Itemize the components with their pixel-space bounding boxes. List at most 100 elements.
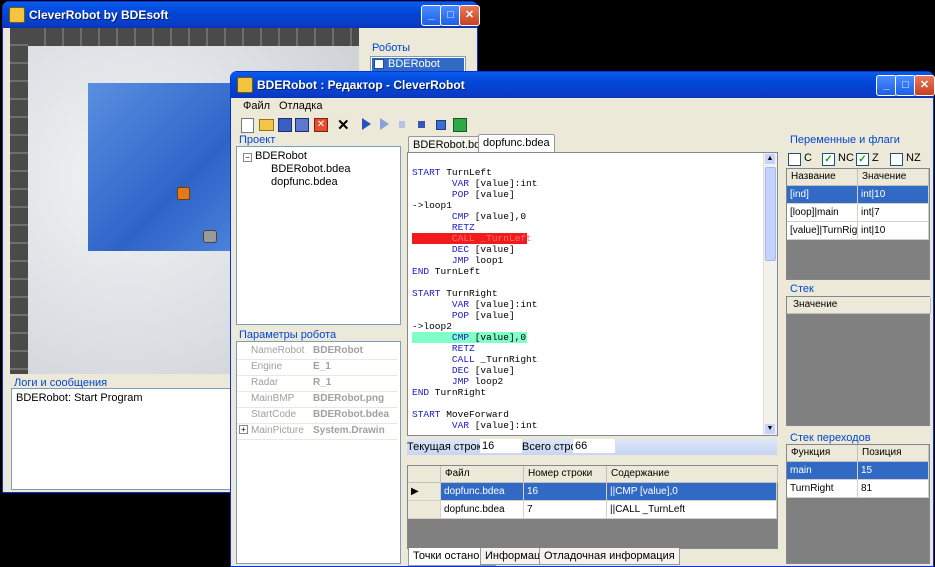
scroll-down-icon[interactable]: ▼ (765, 424, 775, 434)
code-line[interactable]: START TurnRight (412, 288, 498, 299)
code-line[interactable]: END TurnRight (412, 387, 486, 398)
stack-grid[interactable]: Значение (786, 296, 931, 426)
var-value-cell[interactable]: int|10 (858, 186, 929, 204)
tab-dopfunc[interactable]: dopfunc.bdea (478, 134, 555, 152)
save-icon[interactable] (278, 118, 292, 132)
robot-checkbox[interactable] (374, 59, 384, 69)
minimize-icon[interactable]: _ (421, 5, 442, 26)
close-file-icon[interactable]: ✕ (314, 118, 328, 132)
code-line[interactable]: START MoveForward (412, 409, 509, 420)
code-line[interactable]: CMP [value],0 (412, 211, 526, 222)
code-line[interactable]: START TurnLeft (412, 167, 492, 178)
menu-file[interactable]: Файл (243, 100, 270, 112)
tree-collapse-icon[interactable]: − (243, 153, 252, 162)
jump-func-cell[interactable]: main (787, 462, 858, 480)
flag-checkbox-nz[interactable] (890, 153, 903, 166)
param-value[interactable]: System.Drawin (313, 425, 385, 436)
menu-debug[interactable]: Отладка (279, 100, 322, 112)
code-line[interactable]: POP [value] (412, 310, 515, 321)
code-scroll-thumb[interactable] (765, 167, 776, 261)
bp-cell-line[interactable]: 16 (524, 483, 607, 501)
code-line[interactable]: JMP loop2 (412, 376, 503, 387)
var-value-cell[interactable]: int|10 (858, 222, 929, 240)
save-all-icon[interactable] (295, 118, 309, 132)
flag-checkbox-c[interactable] (788, 153, 801, 166)
maximize-icon[interactable]: □ (440, 5, 461, 26)
pause-icon[interactable] (399, 121, 405, 128)
breakpoints-grid[interactable]: Файл Номер строки Содержание ▶ dopfunc.bd… (407, 465, 778, 549)
code-scrollbar[interactable]: ▲ ▼ (763, 153, 777, 435)
main-window-titlebar[interactable]: CleverRobot by BDEsoft _ □ ✕ (3, 2, 480, 28)
vars-header-name[interactable]: Название (787, 169, 858, 186)
tree-root[interactable]: BDERobot (255, 150, 307, 162)
new-file-icon[interactable] (241, 118, 254, 133)
stack-header-value[interactable]: Значение (787, 297, 931, 314)
code-line[interactable]: VAR [value]:int (412, 420, 538, 431)
close-icon[interactable]: ✕ (459, 5, 480, 26)
code-line[interactable]: ->loop2 (412, 321, 452, 332)
editor-minimize-icon[interactable]: _ (876, 75, 897, 96)
editor-close-icon[interactable]: ✕ (914, 75, 935, 96)
grid-icon[interactable] (453, 118, 467, 132)
bp-cell-line[interactable]: 7 (524, 501, 607, 519)
code-line[interactable]: JMP loop1 (412, 255, 503, 266)
delete-icon[interactable]: ✕ (337, 116, 350, 134)
flag-checkbox-nc[interactable]: ✓ (822, 153, 835, 166)
step-icon[interactable] (362, 118, 371, 130)
tree-file-1[interactable]: BDERobot.bdea (271, 163, 351, 175)
project-tree[interactable]: − BDERobot BDERobot.bdea dopfunc.bdea (236, 146, 401, 325)
flag-checkbox-z[interactable]: ✓ (856, 153, 869, 166)
jump-header-pos[interactable]: Позиция (858, 445, 929, 462)
robot-sprite[interactable] (177, 187, 190, 200)
jump-func-cell[interactable]: TurnRight (787, 480, 858, 498)
code-line[interactable]: END TurnLeft (412, 266, 480, 277)
var-name-cell[interactable]: [ind] (787, 186, 858, 204)
jump-header-func[interactable]: Функция (787, 445, 858, 462)
robot-params-grid[interactable]: NameRobot BDERobot Engine E_1 Radar R_1 MainBM… (236, 341, 401, 564)
scroll-up-icon[interactable]: ▲ (765, 154, 775, 164)
code-line[interactable]: VAR [value]:int (412, 299, 538, 310)
code-line[interactable]: RETZ (412, 343, 475, 354)
step-over-icon[interactable] (436, 120, 446, 130)
var-name-cell[interactable]: [loop]|main (787, 204, 858, 222)
tab-debug-info[interactable]: Отладочная информация (539, 548, 680, 565)
code-line[interactable]: CALL _TurnRight (412, 354, 538, 365)
vars-grid[interactable]: Название Значение [ind] int|10 [loop]|main… (786, 168, 930, 280)
var-value-cell[interactable]: int|7 (858, 204, 929, 222)
bp-cell-content[interactable]: ||CMP [value],0 (607, 483, 777, 501)
stop-icon[interactable] (418, 121, 425, 128)
expand-icon[interactable]: + (239, 425, 248, 434)
bp-header-file[interactable]: Файл (441, 466, 524, 483)
var-name-cell[interactable]: [value]|TurnRight (787, 222, 858, 240)
bp-cell-content[interactable]: ||CALL _TurnLeft (607, 501, 777, 519)
bp-cell-file[interactable]: dopfunc.bdea (441, 483, 524, 501)
code-line[interactable]: CMP [value],0 (412, 332, 527, 343)
robot-list-item[interactable]: BDERobot (372, 58, 464, 71)
bp-cell-file[interactable]: dopfunc.bdea (441, 501, 524, 519)
editor-titlebar[interactable]: BDERobot : Редактор - CleverRobot _ □ ✕ (231, 72, 935, 98)
code-editor[interactable]: START TurnLeft VAR [value]:int POP [valu… (407, 152, 778, 436)
code-line[interactable]: DEC [value] (412, 244, 515, 255)
editor-maximize-icon[interactable]: □ (895, 75, 916, 96)
jump-pos-cell[interactable]: 15 (858, 462, 929, 480)
run-icon[interactable] (380, 118, 389, 130)
bp-header-line[interactable]: Номер строки (524, 466, 607, 483)
bp-row-selector[interactable] (408, 501, 441, 519)
code-line[interactable]: RETZ (412, 222, 475, 233)
jump-stack-grid[interactable]: Функция Позиция main 15 TurnRight 81 (786, 444, 930, 564)
code-line[interactable]: POP [value] (412, 189, 515, 200)
param-value[interactable]: R_1 (313, 377, 331, 388)
param-value[interactable]: BDERobot.png (313, 393, 384, 404)
code-area[interactable]: START TurnLeft VAR [value]:int POP [valu… (408, 167, 763, 433)
jump-pos-cell[interactable]: 81 (858, 480, 929, 498)
open-folder-icon[interactable] (259, 119, 274, 131)
bp-row-selector[interactable]: ▶ (408, 483, 441, 501)
bp-header-content[interactable]: Содержание (607, 466, 778, 483)
param-value[interactable]: E_1 (313, 361, 331, 372)
param-value[interactable]: BDERobot (313, 345, 363, 356)
code-line[interactable]: VAR [value]:int (412, 178, 538, 189)
vars-header-value[interactable]: Значение (858, 169, 929, 186)
tree-file-2[interactable]: dopfunc.bdea (271, 176, 338, 188)
param-value[interactable]: BDERobot.bdea (313, 409, 389, 420)
code-line[interactable]: DEC [value] (412, 365, 515, 376)
